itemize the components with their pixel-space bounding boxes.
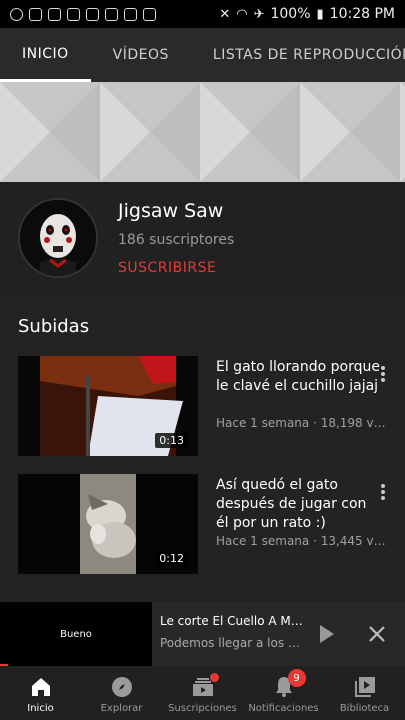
nav-biblioteca[interactable]: Biblioteca [324,666,405,720]
shield-icon [124,7,137,21]
channel-name: Jigsaw Saw [118,200,224,222]
nav-label: Suscripciones [168,703,237,714]
video-duration: 0:13 [155,433,188,448]
miniplayer-title: Le corte El Cuello A M… [160,614,303,628]
channel-banner [0,82,405,182]
nav-notificaciones[interactable]: 9 Notificaciones [243,666,324,720]
battery-percent: 100% [270,6,311,22]
close-icon[interactable] [365,622,389,646]
bell-icon: 9 [272,669,306,699]
flashlight-icon [86,7,99,21]
tab-inicio[interactable]: INICIO [0,28,91,82]
nav-label: Notificaciones [248,703,319,714]
gallery-icon [29,7,42,21]
more-options-icon[interactable] [376,364,390,384]
clock: 10:28 PM [329,6,395,22]
bottom-navigation: Inicio Explorar Suscripciones 9 Notifica… [0,666,405,720]
subscriptions-icon [191,673,219,699]
nav-label: Explorar [100,703,143,714]
section-title: Subidas [18,316,90,337]
miniplayer-video[interactable]: Bueno [0,602,152,666]
video-meta: Hace 1 semana · 18,198 vis… [216,416,388,430]
status-notification-icons [10,7,156,21]
miniplayer[interactable]: Bueno Le corte El Cuello A M… Podemos ll… [0,602,405,666]
airplane-icon: ✈ [253,6,265,22]
tab-playlists[interactable]: LISTAS DE REPRODUCCIÓN [191,28,405,82]
channel-tabs: INICIO VÍDEOS LISTAS DE REPRODUCCIÓN [0,28,405,82]
library-icon [353,675,377,699]
video-title: El gato llorando porque le clavé el cuch… [216,359,380,394]
battery-icon: ▮ [316,6,324,22]
nav-label: Biblioteca [339,703,390,714]
whatsapp-icon [10,7,23,21]
tab-videos[interactable]: VÍDEOS [91,28,191,82]
channel-header: Jigsaw Saw 186 suscriptores SUSCRIBIRSE [0,182,405,296]
video-title: Así quedó el gato después de jugar con é… [216,477,367,531]
wifi-icon: ◠ [236,6,248,22]
more-options-icon[interactable] [376,482,390,502]
home-icon [29,675,53,699]
nav-label: Inicio [27,703,54,714]
status-system-icons: ✕ ◠ ✈ 100% ▮ 10:28 PM [219,6,395,22]
status-bar: ✕ ◠ ✈ 100% ▮ 10:28 PM [0,0,405,28]
channel-avatar[interactable] [18,198,98,278]
jigsaw-puppet-icon [20,200,96,276]
compass-icon [110,675,134,699]
play-icon[interactable] [318,622,336,646]
uploads-section: Subidas 0:13 El gato llorando porque le … [0,296,405,602]
miniplayer-video-text: Bueno [60,628,92,640]
video-item[interactable]: 0:13 El gato llorando porque le clavé el… [18,356,398,456]
miniplayer-channel: Podemos llegar a los … [160,636,300,650]
subscriber-count: 186 suscriptores [118,232,235,248]
nav-explorar[interactable]: Explorar [81,666,162,720]
nav-suscripciones[interactable]: Suscripciones [162,666,243,720]
gmail-icon [67,7,80,21]
mute-icon: ✕ [219,6,231,22]
nav-inicio[interactable]: Inicio [0,666,81,720]
gmail-icon [48,7,61,21]
shield-icon [105,7,118,21]
video-thumbnail[interactable]: 0:13 [18,356,198,456]
banner-pattern [0,82,405,182]
video-thumbnail[interactable]: 0:12 [18,474,198,574]
video-duration: 0:12 [155,551,188,566]
subscribe-button[interactable]: SUSCRIBIRSE [118,260,216,276]
new-content-dot [209,673,219,682]
video-meta: Hace 1 semana · 13,445 vis… [216,534,388,548]
thermometer-icon [143,7,156,21]
video-item[interactable]: 0:12 Así quedó el gato después de jugar … [18,474,398,574]
notification-count-badge: 9 [287,669,306,687]
